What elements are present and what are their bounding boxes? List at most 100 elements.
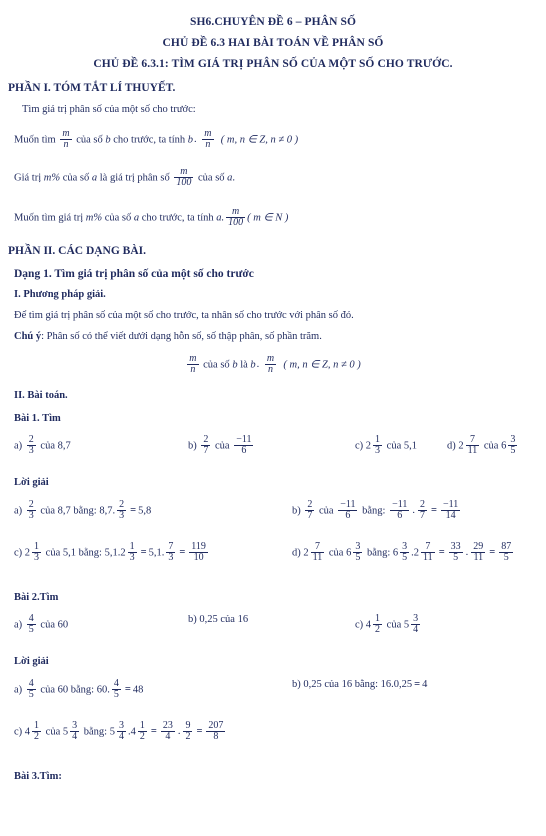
fraction-numerator: 7 — [425, 540, 431, 552]
cua-text: của — [45, 547, 61, 559]
value: 5,1 — [62, 547, 76, 559]
center-formula-b2: b — [250, 359, 256, 371]
fraction-denominator: 8 — [206, 731, 226, 743]
method-heading: I. Phương pháp giải. — [14, 289, 106, 300]
rule-3-mpercent: m% — [85, 212, 103, 224]
equals-sign-2: = — [179, 547, 186, 559]
rule-2-period: . — [232, 172, 236, 184]
result-fraction: −11 14 — [440, 499, 461, 522]
bai-1-solutions-row-1: a) 2 3 của 8,7 bằng: 8,7. 2 3 = 5,8 b) 2 … — [0, 498, 546, 536]
item-label: b) — [188, 440, 197, 452]
value-mixed-number: 6 3 5 — [501, 434, 519, 457]
bai-1-solution-a: a) 2 3 của 8,7 bằng: 8,7. 2 3 = 5,8 — [14, 499, 152, 522]
fraction-denominator: 5 — [448, 552, 463, 564]
bai-1-solution-heading: Lời giải — [14, 477, 49, 488]
whole-part: 4 — [24, 726, 31, 738]
rule-3-tail: cho trước, ta tính — [141, 212, 214, 224]
rule-1-var-b: b — [105, 134, 111, 146]
expr-1: 5,1.2 — [104, 547, 126, 559]
part-2-heading: PHẦN II. CÁC DẠNG BÀI. — [8, 245, 147, 257]
fraction-denominator: 14 — [440, 510, 461, 522]
fraction-numerator: 2 — [307, 498, 313, 510]
multiply-dot: . — [177, 726, 181, 738]
whole-part: 2 — [365, 440, 372, 452]
fraction-denominator: 5 — [400, 552, 410, 563]
item-label: b) — [292, 505, 301, 517]
equals-sign: = — [124, 684, 131, 696]
fraction: 1 2 — [32, 719, 42, 743]
value-fraction: −11 6 — [234, 434, 254, 457]
page-title-2: CHỦ ĐỀ 6.3 HAI BÀI TOÁN VỀ PHÂN SỐ — [162, 37, 384, 49]
fraction-numerator: m — [189, 352, 197, 364]
fraction-numerator: 1 — [129, 540, 135, 552]
whole-part: 4 — [365, 619, 372, 631]
fraction-numerator: 3 — [413, 612, 419, 624]
rule-1-prefix: Muốn tìm — [14, 134, 56, 146]
bai-2-problems: a) 4 5 của 60 b) 0,25 của 16 c) 4 1 2 củ… — [0, 612, 546, 650]
bai-2-problem-b: b) 0,25 của 16 — [188, 614, 248, 625]
item-label: d) — [447, 440, 456, 452]
fraction-numerator: 1 — [34, 540, 40, 552]
fraction-denominator: 7 — [201, 445, 211, 456]
fraction-denominator: 3 — [166, 552, 176, 563]
multiply-dot: . — [412, 505, 415, 517]
cua-text: của — [45, 726, 61, 738]
whole-part: 2 — [458, 440, 464, 452]
expr-2: .4 — [127, 726, 136, 738]
expr-1: 6 — [392, 547, 399, 559]
fraction-numerator: 3 — [355, 540, 361, 552]
equals-sign: = — [130, 505, 137, 517]
item-label: c) — [14, 726, 23, 738]
fraction-denominator: 6 — [338, 510, 358, 522]
fraction-denominator: 3 — [32, 552, 42, 563]
fraction-numerator: 3 — [118, 719, 124, 731]
expr-2: .2 — [411, 547, 420, 559]
equals-sign-2: = — [196, 726, 203, 738]
fraction-denominator: 3 — [26, 445, 36, 456]
rule-3-prefix: Muốn tìm giá trị — [14, 212, 84, 224]
rule-1-tail: cho trước, ta tính — [113, 134, 186, 146]
bai-1-solution-b: b) 2 7 của −11 6 bằng: −11 6 . 2 7 = −11… — [292, 498, 462, 522]
fraction-numerator: 1 — [34, 719, 40, 731]
expr-1: 60. — [96, 684, 110, 696]
fraction-denominator: 2 — [137, 731, 147, 742]
equals-sign-1: = — [140, 547, 147, 559]
value: 60 — [57, 684, 69, 696]
rule-1-dot: . — [194, 134, 197, 146]
fraction-denominator: 5 — [508, 445, 518, 456]
bai-2-solution-a: a) 4 5 của 60 bằng: 60. 4 5 = 48 — [14, 678, 143, 701]
whole-part: 2 — [303, 547, 309, 559]
fraction: 1 3 — [373, 434, 383, 457]
value: 5,1 — [403, 440, 417, 452]
cua-text: của — [386, 619, 402, 631]
cua-text: của — [328, 547, 344, 559]
fraction: 2 3 — [26, 499, 36, 522]
center-formula: m n của số b là b. m n ( m, n ∈ Z, n ≠ 0… — [0, 352, 546, 376]
mixed-number: 4 1 2 — [24, 719, 43, 743]
cua-text: của — [40, 505, 55, 517]
result: 5,8 — [138, 505, 152, 517]
fraction-denominator: 5 — [353, 552, 363, 563]
fraction-numerator: 119 — [191, 540, 206, 552]
bai-1-solution-c: c) 2 1 3 của 5,1 bằng: 5,1.2 1 3 = 5,1. 7… — [14, 540, 210, 564]
rule-3-mid: của số — [104, 212, 132, 224]
mid-fraction-1: 23 4 — [160, 720, 175, 743]
item-label: a) — [14, 619, 23, 631]
fraction: 7 11 — [310, 541, 325, 564]
rule-1-condition: ( m, n ∈ Z, n ≠ 0 ) — [220, 134, 299, 146]
fraction-denominator: 2 — [32, 731, 42, 742]
value-fraction: −11 6 — [338, 499, 358, 522]
whole-part: 5 — [403, 619, 410, 631]
fraction-numerator: m — [180, 165, 188, 177]
page-title-1: SH6.CHUYÊN ĐỀ 6 – PHÂN SỐ — [189, 16, 357, 28]
fraction-numerator: m — [232, 205, 240, 217]
bang-text: bằng: — [83, 726, 108, 738]
fraction-numerator: 1 — [139, 719, 145, 731]
fraction: 3 5 — [508, 434, 518, 457]
fraction-denominator: 3 — [26, 510, 36, 521]
fraction-denominator: n — [202, 139, 214, 151]
bai-2-heading: Bài 2.Tìm — [14, 592, 59, 603]
fraction-numerator: 29 — [473, 540, 484, 552]
mixed-number: 2 7 11 — [303, 541, 326, 564]
bai-1-solution-d: d) 2 7 11 của 6 3 5 bằng: 6 3 5 .2 7 11 … — [292, 540, 515, 564]
